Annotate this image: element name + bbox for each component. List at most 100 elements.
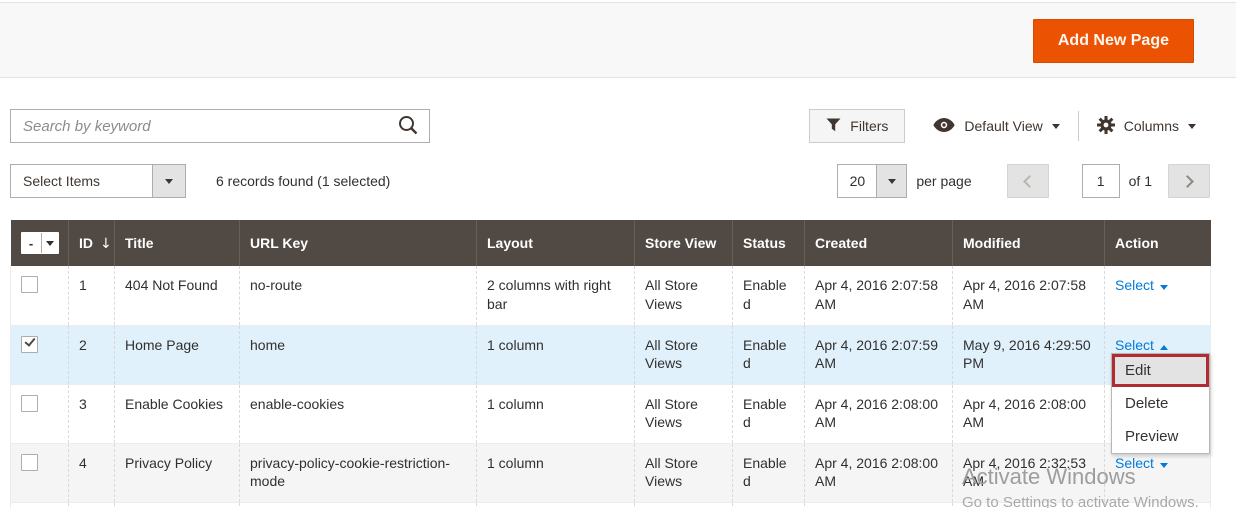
row-checkbox[interactable] <box>21 276 38 293</box>
cell-modified: Apr 4, 2016 2:32:53 AM <box>953 443 1105 502</box>
column-header-action: Action <box>1105 220 1211 266</box>
cell-url-key: privacy-policy-cookie-restriction-mode <box>240 443 477 502</box>
cell-layout: 1 column <box>477 325 635 384</box>
cell-modified: Apr 4, 2016 2:07:58 AM <box>953 266 1105 325</box>
eye-icon <box>933 118 955 135</box>
view-switcher[interactable]: Default View <box>933 118 1059 135</box>
cell-status: Enabled <box>733 443 805 502</box>
cell-created: Apr 4, 2016 2:07:58 AM <box>805 266 953 325</box>
column-header-status[interactable]: Status <box>733 220 805 266</box>
column-header-layout[interactable]: Layout <box>477 220 635 266</box>
cell-layout: 1 column <box>477 443 635 502</box>
cell-status: Enabled <box>733 325 805 384</box>
chevron-down-icon <box>1052 124 1060 129</box>
per-page-arrow-button[interactable] <box>876 165 906 197</box>
select-caret-icon <box>1160 285 1168 290</box>
pages-table-body: 1 404 Not Found no-route 2 columns with … <box>11 266 1211 508</box>
row-checkbox[interactable] <box>21 454 38 471</box>
row-checkbox[interactable] <box>21 395 38 412</box>
menu-item-edit[interactable]: Edit <box>1112 354 1209 387</box>
filters-label: Filters <box>850 118 888 134</box>
cell-id: 2 <box>69 325 115 384</box>
cell-status: Enabled <box>733 266 805 325</box>
column-header-url-key[interactable]: URL Key <box>240 220 477 266</box>
cell-url-key: enable-cookies <box>240 384 477 443</box>
select-all-checkbox-dropdown[interactable]: - <box>21 232 59 254</box>
gear-icon <box>1097 116 1115 137</box>
search-icon <box>397 114 419 139</box>
chevron-down-icon <box>1188 124 1196 129</box>
cell-title: 404 Not Found <box>115 266 240 325</box>
select-caret-icon <box>1160 463 1168 468</box>
menu-item-preview[interactable]: Preview <box>1112 420 1209 453</box>
next-page-button[interactable] <box>1168 164 1210 198</box>
view-label: Default View <box>964 118 1042 134</box>
select-items-label: Select Items <box>11 165 152 197</box>
select-all-checkbox[interactable]: - <box>22 233 41 253</box>
column-header-id[interactable]: ID↓ <box>69 220 115 266</box>
toolbar-divider <box>1078 111 1079 141</box>
column-header-store-view[interactable]: Store View <box>635 220 733 266</box>
records-found-text: 6 records found (1 selected) <box>216 173 390 189</box>
cell-modified: Apr 4, 2016 2:08:00 AM <box>953 384 1105 443</box>
column-header-modified[interactable]: Modified <box>953 220 1105 266</box>
table-row-partial <box>11 502 1211 508</box>
table-row: 2 Home Page home 1 column All Store View… <box>11 325 1211 384</box>
cell-layout: 1 column <box>477 384 635 443</box>
cell-id: 3 <box>69 384 115 443</box>
filters-button[interactable]: Filters <box>809 109 905 143</box>
search-submit-button[interactable] <box>387 110 429 142</box>
cell-title: Home Page <box>115 325 240 384</box>
menu-item-delete[interactable]: Delete <box>1112 387 1209 420</box>
per-page-dropdown[interactable]: 20 <box>837 164 907 198</box>
per-page-label: per page <box>916 173 971 189</box>
cell-created: Apr 4, 2016 2:08:00 AM <box>805 443 953 502</box>
column-header-title[interactable]: Title <box>115 220 240 266</box>
keyword-search <box>10 109 430 143</box>
action-dropdown-menu: Edit Delete Preview <box>1111 353 1210 454</box>
cell-title: Privacy Policy <box>115 443 240 502</box>
chevron-down-icon <box>46 241 54 246</box>
chevron-right-icon <box>1181 175 1194 188</box>
chevron-down-icon <box>165 179 173 184</box>
cell-created: Apr 4, 2016 2:07:59 AM <box>805 325 953 384</box>
table-row: 3 Enable Cookies enable-cookies 1 column… <box>11 384 1211 443</box>
row-select-action-link[interactable]: Select <box>1115 455 1168 471</box>
grid-toolbar: Filters Default View <box>809 109 1196 143</box>
select-all-header: - <box>11 220 69 266</box>
select-all-arrow-button[interactable] <box>41 233 58 253</box>
select-items-dropdown[interactable]: Select Items <box>10 164 186 198</box>
filter-funnel-icon <box>826 118 841 135</box>
row-checkbox[interactable] <box>21 336 38 353</box>
cell-created: Apr 4, 2016 2:08:00 AM <box>805 384 953 443</box>
chevron-left-icon <box>1023 175 1036 188</box>
page-number-input[interactable] <box>1082 164 1120 198</box>
previous-page-button[interactable] <box>1007 164 1049 198</box>
cell-store-view: All Store Views <box>635 384 733 443</box>
column-header-created[interactable]: Created <box>805 220 953 266</box>
search-input[interactable] <box>11 118 387 135</box>
table-row: 4 Privacy Policy privacy-policy-cookie-r… <box>11 443 1211 502</box>
row-select-action-link[interactable]: Select <box>1115 277 1168 293</box>
cell-modified: May 9, 2016 4:29:50 PM <box>953 325 1105 384</box>
cell-url-key: home <box>240 325 477 384</box>
table-row: 1 404 Not Found no-route 2 columns with … <box>11 266 1211 325</box>
cms-pages-grid-page: Add New Page Filters Default View <box>0 0 1236 508</box>
cms-pages-table: - ID↓ Title URL Key Layout Store View St… <box>10 220 1211 508</box>
mass-action-bar: Select Items 6 records found (1 selected… <box>10 164 390 198</box>
add-new-page-button[interactable]: Add New Page <box>1033 19 1194 63</box>
cell-status: Enabled <box>733 384 805 443</box>
cell-title: Enable Cookies <box>115 384 240 443</box>
row-select-action-link[interactable]: Select <box>1115 337 1168 353</box>
select-caret-icon <box>1160 345 1168 350</box>
cell-store-view: All Store Views <box>635 325 733 384</box>
pagination-bar: 20 per page of 1 <box>837 164 1210 198</box>
columns-control[interactable]: Columns <box>1097 116 1196 137</box>
cell-id: 4 <box>69 443 115 502</box>
page-header-band: Add New Page <box>0 2 1236 78</box>
total-pages-label: of 1 <box>1129 173 1152 189</box>
columns-label: Columns <box>1124 118 1179 134</box>
select-items-arrow-button[interactable] <box>152 165 185 197</box>
chevron-down-icon <box>888 179 896 184</box>
cell-layout: 2 columns with right bar <box>477 266 635 325</box>
